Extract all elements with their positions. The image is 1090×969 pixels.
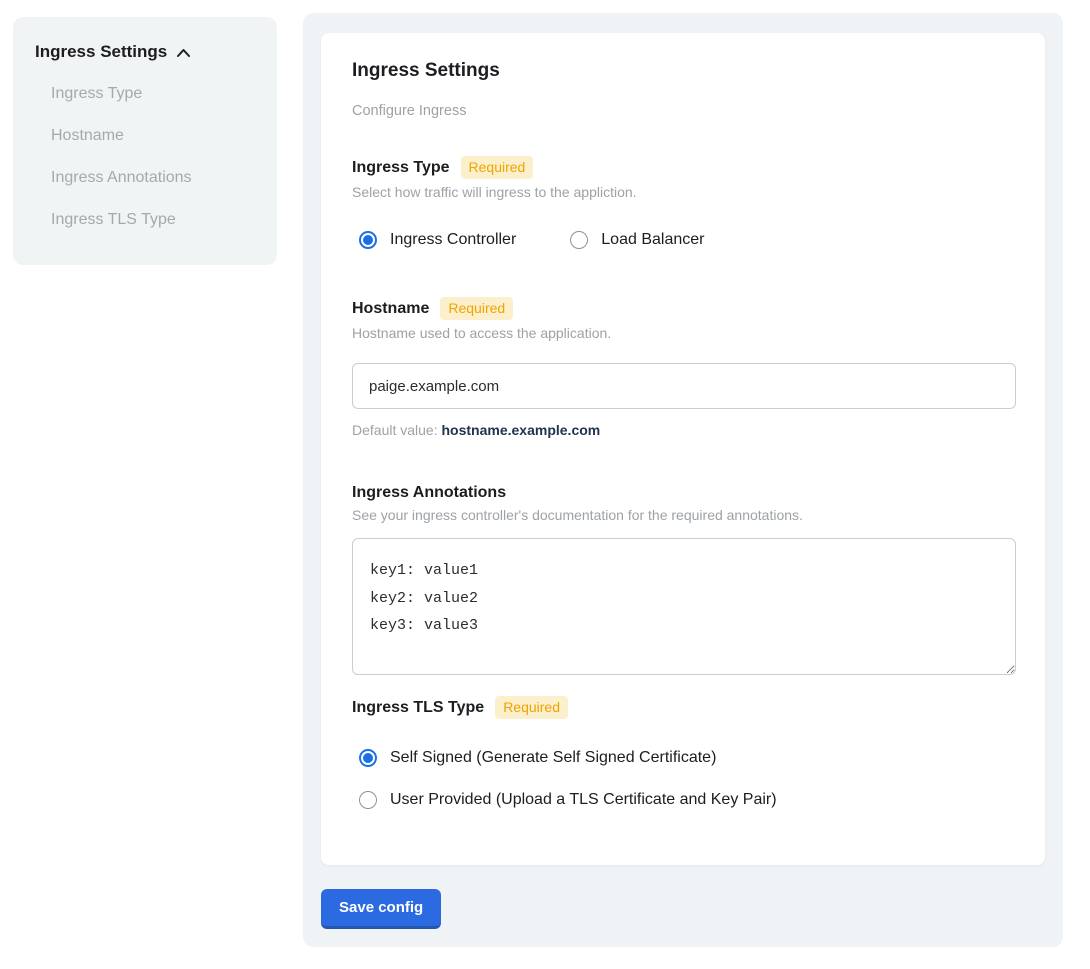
radio-selected-icon[interactable] (359, 231, 377, 249)
ingress-annotations-help: See your ingress controller's documentat… (352, 508, 1016, 523)
section-ingress-annotations: Ingress Annotations See your ingress con… (352, 484, 1016, 675)
hostname-input[interactable] (352, 363, 1016, 409)
settings-panel: Ingress Settings Configure Ingress Ingre… (303, 13, 1063, 947)
radio-option-label: Load Balancer (601, 231, 704, 249)
sidebar-section-toggle[interactable]: Ingress Settings (35, 43, 255, 61)
hostname-label: Hostname (352, 300, 429, 318)
ingress-type-help: Select how traffic will ingress to the a… (352, 185, 1016, 200)
chevron-up-icon (176, 47, 191, 59)
ingress-settings-card: Ingress Settings Configure Ingress Ingre… (321, 33, 1045, 865)
radio-option-label: Self Signed (Generate Self Signed Certif… (390, 749, 716, 767)
required-badge: Required (495, 696, 568, 719)
sidebar-item-ingress-annotations[interactable]: Ingress Annotations (51, 169, 255, 187)
default-value-text: hostname.example.com (442, 422, 601, 438)
ingress-annotations-label: Ingress Annotations (352, 484, 506, 502)
sidebar-item-list: Ingress Type Hostname Ingress Annotation… (51, 85, 255, 229)
save-config-button[interactable]: Save config (321, 889, 441, 929)
required-badge: Required (461, 156, 534, 179)
radio-unselected-icon[interactable] (570, 231, 588, 249)
page-title: Ingress Settings (352, 61, 1016, 81)
sidebar: Ingress Settings Ingress Type Hostname I… (13, 17, 277, 265)
sidebar-item-ingress-tls-type[interactable]: Ingress TLS Type (51, 211, 255, 229)
hostname-help: Hostname used to access the application. (352, 326, 1016, 341)
radio-selected-icon[interactable] (359, 749, 377, 767)
radio-unselected-icon[interactable] (359, 791, 377, 809)
section-hostname: Hostname Required Hostname used to acces… (352, 297, 1016, 438)
page-subtitle: Configure Ingress (352, 104, 1016, 119)
ingress-type-radio-group: Ingress Controller Load Balancer (359, 231, 1016, 249)
ingress-tls-type-label: Ingress TLS Type (352, 699, 484, 717)
radio-option-ingress-controller[interactable]: Ingress Controller (359, 231, 516, 249)
radio-option-user-provided[interactable]: User Provided (Upload a TLS Certificate … (359, 791, 1016, 809)
section-ingress-tls-type: Ingress TLS Type Required Self Signed (G… (352, 696, 1016, 809)
radio-option-label: Ingress Controller (390, 231, 516, 249)
radio-option-label: User Provided (Upload a TLS Certificate … (390, 791, 777, 809)
sidebar-section-title: Ingress Settings (35, 43, 167, 61)
annotations-textarea[interactable]: key1: value1 key2: value2 key3: value3 (352, 538, 1016, 675)
radio-option-self-signed[interactable]: Self Signed (Generate Self Signed Certif… (359, 749, 1016, 767)
default-value-label: Default value: (352, 422, 438, 438)
section-ingress-type: Ingress Type Required Select how traffic… (352, 156, 1016, 249)
required-badge: Required (440, 297, 513, 320)
sidebar-item-ingress-type[interactable]: Ingress Type (51, 85, 255, 103)
ingress-type-label: Ingress Type (352, 159, 450, 177)
tls-type-radio-group: Self Signed (Generate Self Signed Certif… (359, 749, 1016, 809)
hostname-default-row: Default value: hostname.example.com (352, 422, 1016, 438)
radio-option-load-balancer[interactable]: Load Balancer (570, 231, 704, 249)
sidebar-item-hostname[interactable]: Hostname (51, 127, 255, 145)
